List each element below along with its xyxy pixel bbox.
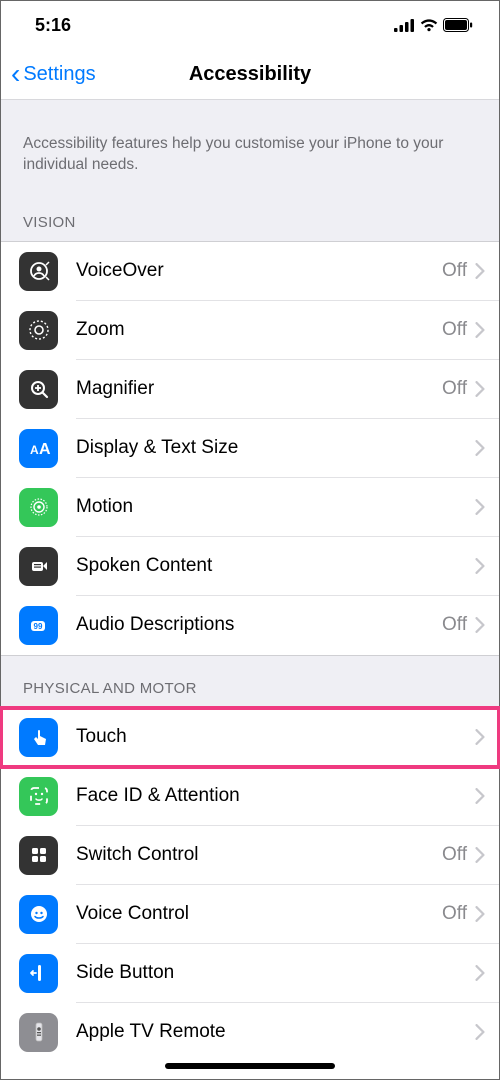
row-label: Voice Control xyxy=(76,903,442,925)
voiceover-icon xyxy=(19,252,58,291)
touch-icon xyxy=(19,718,58,757)
chevron-right-icon xyxy=(475,788,485,804)
row-body: Spoken Content xyxy=(76,537,499,596)
row-body: Apple TV Remote xyxy=(76,1003,499,1062)
status-indicators xyxy=(394,18,473,32)
page-title: Accessibility xyxy=(189,63,311,86)
row-body: ZoomOff xyxy=(76,301,499,360)
cellular-icon xyxy=(394,19,415,32)
chevron-right-icon xyxy=(475,322,485,338)
row-body: MagnifierOff xyxy=(76,360,499,419)
row-value: Off xyxy=(442,260,467,282)
row-voiceover[interactable]: VoiceOverOff xyxy=(1,242,499,301)
row-body: Voice ControlOff xyxy=(76,885,499,944)
row-spoken[interactable]: Spoken Content xyxy=(1,537,499,596)
row-value: Off xyxy=(442,378,467,400)
home-indicator[interactable] xyxy=(165,1063,335,1069)
status-time: 5:16 xyxy=(35,15,71,36)
row-label: Magnifier xyxy=(76,378,442,400)
section-header-physical: PHYSICAL AND MOTOR xyxy=(1,655,499,707)
row-touch[interactable]: Touch xyxy=(1,708,499,767)
voicecontrol-icon xyxy=(19,895,58,934)
row-faceid[interactable]: Face ID & Attention xyxy=(1,767,499,826)
row-label: Zoom xyxy=(76,319,442,341)
row-value: Off xyxy=(442,844,467,866)
chevron-left-icon: ‹ xyxy=(11,60,20,88)
row-label: Switch Control xyxy=(76,844,442,866)
row-label: Audio Descriptions xyxy=(76,614,442,636)
sidebutton-icon xyxy=(19,954,58,993)
textsize-icon xyxy=(19,429,58,468)
row-body: Display & Text Size xyxy=(76,419,499,478)
row-body: Switch ControlOff xyxy=(76,826,499,885)
row-body: VoiceOverOff xyxy=(76,242,499,301)
zoom-icon xyxy=(19,311,58,350)
row-zoom[interactable]: ZoomOff xyxy=(1,301,499,360)
back-label: Settings xyxy=(23,63,95,86)
chevron-right-icon xyxy=(475,729,485,745)
chevron-right-icon xyxy=(475,499,485,515)
row-label: Face ID & Attention xyxy=(76,785,475,807)
chevron-right-icon xyxy=(475,440,485,456)
wifi-icon xyxy=(419,18,439,32)
row-magnifier[interactable]: MagnifierOff xyxy=(1,360,499,419)
nav-bar: ‹ Settings Accessibility xyxy=(1,49,499,99)
row-label: Display & Text Size xyxy=(76,437,475,459)
row-motion[interactable]: Motion xyxy=(1,478,499,537)
row-value: Off xyxy=(442,319,467,341)
faceid-icon xyxy=(19,777,58,816)
spoken-icon xyxy=(19,547,58,586)
intro-section: Accessibility features help you customis… xyxy=(1,99,499,192)
row-label: Apple TV Remote xyxy=(76,1021,475,1043)
battery-icon xyxy=(443,18,473,32)
chevron-right-icon xyxy=(475,617,485,633)
row-label: VoiceOver xyxy=(76,260,442,282)
row-body: Face ID & Attention xyxy=(76,767,499,826)
row-sidebutton[interactable]: Side Button xyxy=(1,944,499,1003)
magnifier-icon xyxy=(19,370,58,409)
row-textsize[interactable]: Display & Text Size xyxy=(1,419,499,478)
switchcontrol-icon xyxy=(19,836,58,875)
chevron-right-icon xyxy=(475,558,485,574)
chevron-right-icon xyxy=(475,1024,485,1040)
row-voicecontrol[interactable]: Voice ControlOff xyxy=(1,885,499,944)
audiodesc-icon xyxy=(19,606,58,645)
row-label: Spoken Content xyxy=(76,555,475,577)
intro-text: Accessibility features help you customis… xyxy=(23,134,477,176)
chevron-right-icon xyxy=(475,965,485,981)
status-bar: 5:16 xyxy=(1,1,499,49)
row-body: Touch xyxy=(76,708,499,767)
row-body: Audio DescriptionsOff xyxy=(76,596,499,655)
remote-icon xyxy=(19,1013,58,1052)
row-audiodesc[interactable]: Audio DescriptionsOff xyxy=(1,596,499,655)
row-remote[interactable]: Apple TV Remote xyxy=(1,1003,499,1062)
list-vision: VoiceOverOffZoomOffMagnifierOffDisplay &… xyxy=(1,241,499,655)
list-physical: TouchFace ID & AttentionSwitch ControlOf… xyxy=(1,707,499,1062)
row-switchcontrol[interactable]: Switch ControlOff xyxy=(1,826,499,885)
chevron-right-icon xyxy=(475,263,485,279)
row-body: Side Button xyxy=(76,944,499,1003)
row-label: Side Button xyxy=(76,962,475,984)
section-header-vision: VISION xyxy=(1,192,499,241)
chevron-right-icon xyxy=(475,847,485,863)
chevron-right-icon xyxy=(475,906,485,922)
row-body: Motion xyxy=(76,478,499,537)
chevron-right-icon xyxy=(475,381,485,397)
row-label: Motion xyxy=(76,496,475,518)
back-button[interactable]: ‹ Settings xyxy=(11,60,96,88)
row-label: Touch xyxy=(76,726,475,748)
row-value: Off xyxy=(442,903,467,925)
motion-icon xyxy=(19,488,58,527)
row-value: Off xyxy=(442,614,467,636)
